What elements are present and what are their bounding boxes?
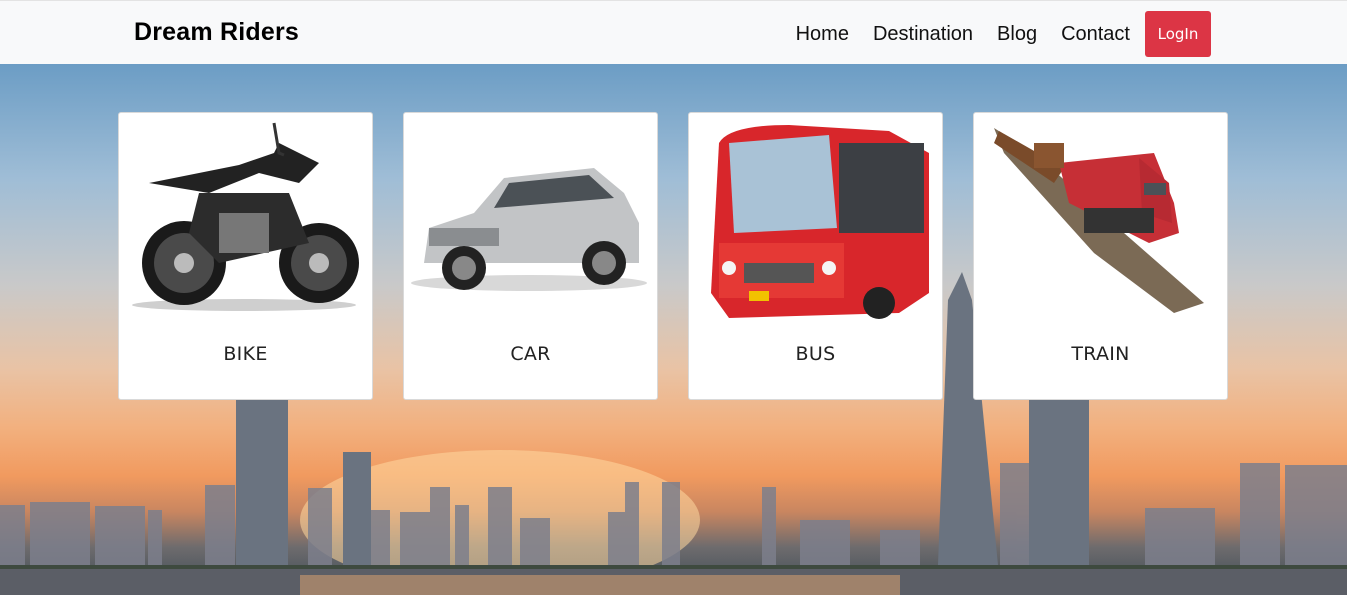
card-label-car: CAR bbox=[510, 343, 551, 365]
card-label-bus: BUS bbox=[795, 343, 836, 365]
train-image bbox=[994, 128, 1204, 313]
card-car[interactable]: CAR bbox=[403, 112, 658, 400]
nav-link-home[interactable]: Home bbox=[796, 11, 849, 57]
card-label-train: TRAIN bbox=[1071, 343, 1130, 365]
brand-logo[interactable]: Dream Riders bbox=[134, 18, 299, 47]
car-image bbox=[411, 168, 647, 291]
nav-link-contact[interactable]: Contact bbox=[1061, 11, 1130, 57]
card-label-bike: BIKE bbox=[223, 343, 268, 365]
card-bus[interactable]: BUS bbox=[688, 112, 943, 400]
card-bike[interactable]: BIKE bbox=[118, 112, 373, 400]
motorcycle-image bbox=[132, 122, 359, 311]
nav-link-destination[interactable]: Destination bbox=[873, 11, 973, 57]
navbar: Dream Riders Home Destination Blog Conta… bbox=[0, 0, 1347, 64]
bus-image bbox=[711, 125, 929, 319]
login-button[interactable]: LogIn bbox=[1145, 11, 1211, 57]
nav-link-blog[interactable]: Blog bbox=[997, 11, 1037, 57]
card-train[interactable]: TRAIN bbox=[973, 112, 1228, 400]
nav-links: Home Destination Blog Contact LogIn bbox=[796, 11, 1211, 57]
